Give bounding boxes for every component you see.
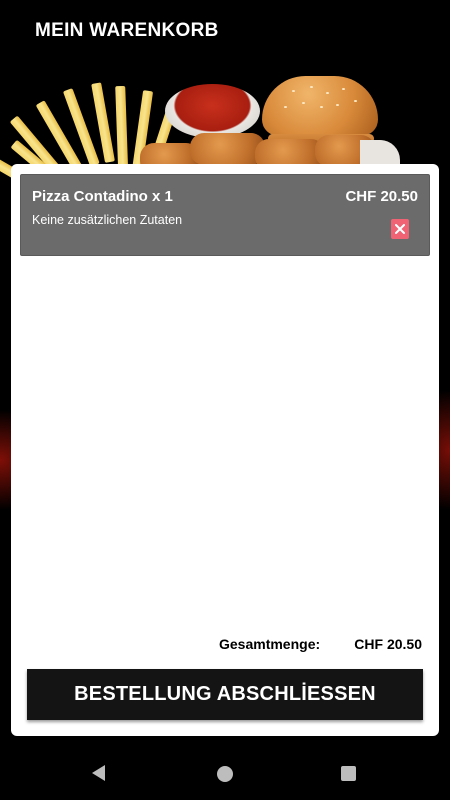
back-icon[interactable] — [90, 764, 108, 782]
cart-item-description: Keine zusätzlichen Zutaten — [32, 213, 183, 227]
hero-food-image — [0, 70, 420, 205]
remove-item-button[interactable] — [391, 219, 409, 239]
cart-item-price: CHF 20.50 — [345, 188, 418, 205]
cart-panel: Pizza Contadino x 1 CHF 20.50 Keine zusä… — [11, 164, 439, 736]
home-icon[interactable] — [217, 766, 233, 782]
total-label: Gesamtmenge: — [219, 636, 321, 652]
cart-item: Pizza Contadino x 1 CHF 20.50 Keine zusä… — [20, 174, 430, 256]
close-icon — [395, 224, 405, 234]
recents-icon[interactable] — [341, 766, 356, 781]
checkout-button[interactable]: BESTELLUNG ABSCHLİESSEN — [27, 669, 423, 720]
page-title: MEIN WARENKORB — [35, 20, 219, 41]
cart-item-name: Pizza Contadino x 1 — [32, 188, 173, 205]
android-nav-bar — [0, 745, 450, 800]
total-value: CHF 20.50 — [354, 636, 422, 652]
